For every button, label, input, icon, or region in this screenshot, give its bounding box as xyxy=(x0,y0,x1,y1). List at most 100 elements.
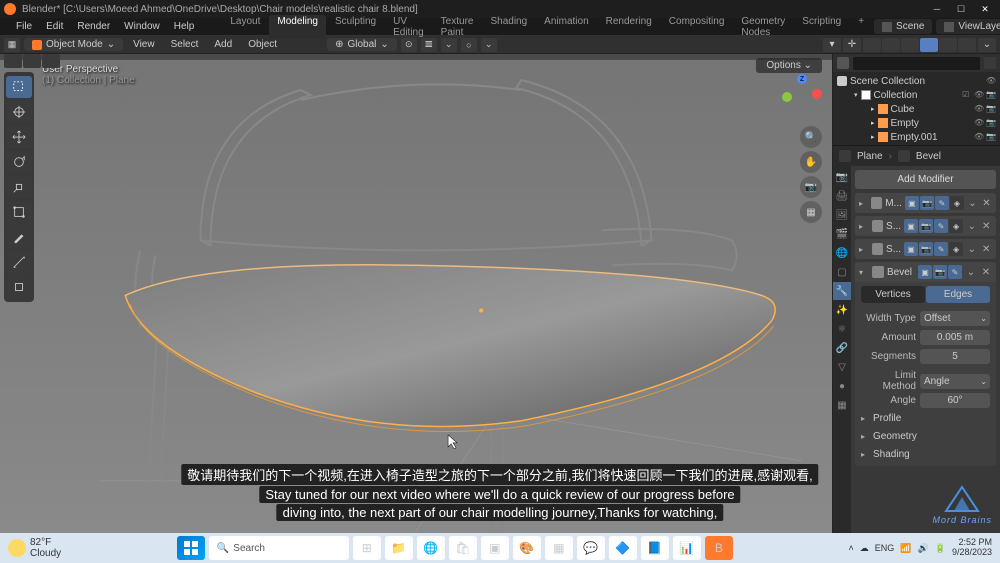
move-tool[interactable] xyxy=(6,126,32,148)
tab-sculpting[interactable]: Sculpting xyxy=(327,15,384,39)
transform-tool[interactable] xyxy=(6,201,32,223)
pivot-icon[interactable]: ⊙ xyxy=(401,38,417,52)
proportional-edit-icon[interactable]: ○ xyxy=(461,38,477,52)
editor-type-icon[interactable]: ▦ xyxy=(4,38,20,52)
mod-menu-icon[interactable]: ⌄ xyxy=(965,267,977,278)
bevel-vertices-tab[interactable]: Vertices xyxy=(861,286,925,303)
snap-icon[interactable]: 𝌆 xyxy=(421,38,437,52)
tab-layout[interactable]: Layout xyxy=(222,15,268,39)
axis-z-icon[interactable]: Z xyxy=(797,74,807,84)
taskbar-explorer[interactable]: 📁 xyxy=(385,536,413,560)
perspective-toggle-icon[interactable]: ▦ xyxy=(800,201,822,223)
mod-render-toggle[interactable]: 📷 xyxy=(919,219,933,233)
expand-icon[interactable]: ▸ xyxy=(871,119,875,127)
eye-icon[interactable]: 👁 xyxy=(974,118,984,128)
tray-volume-icon[interactable]: 🔊 xyxy=(918,543,929,554)
tray-language-icon[interactable]: ENG xyxy=(875,543,895,553)
menu-help[interactable]: Help xyxy=(168,20,201,33)
select-box-tool[interactable] xyxy=(6,76,32,98)
tree-item-cube[interactable]: ▸ Cube 👁📷 xyxy=(833,102,1000,116)
viewport-options-dropdown[interactable]: Options ⌄ xyxy=(756,58,822,73)
mod-editmode-toggle[interactable]: ✎ xyxy=(935,196,949,210)
width-type-dropdown[interactable]: Offset xyxy=(920,311,990,326)
taskbar-blender[interactable]: B xyxy=(705,536,733,560)
selectability-icon[interactable]: ▾ xyxy=(823,38,841,52)
tree-item-empty[interactable]: ▸ Empty 👁📷 xyxy=(833,116,1000,130)
modifier-header[interactable]: ▸ S... ▣ 📷 ✎ ◈ ⌄ ✕ xyxy=(855,216,996,236)
scene-tab-icon[interactable]: 🎬 xyxy=(833,225,851,243)
taskbar-search[interactable]: 🔍 Search xyxy=(209,536,349,560)
mod-cage-toggle[interactable]: ◈ xyxy=(949,219,963,233)
mod-render-toggle[interactable]: 📷 xyxy=(920,196,934,210)
mod-realtime-toggle[interactable]: ▣ xyxy=(904,219,918,233)
axis-y-icon[interactable] xyxy=(782,92,792,102)
modifier-tab-icon[interactable]: 🔧 xyxy=(833,282,851,300)
profile-section[interactable]: ▸ Profile xyxy=(861,411,990,426)
tab-animation[interactable]: Animation xyxy=(536,15,596,39)
tab-texture-paint[interactable]: Texture Paint xyxy=(433,15,482,39)
scene-collection-item[interactable]: Scene Collection 👁 xyxy=(833,74,1000,88)
mode-selector[interactable]: Object Mode ⌄ xyxy=(24,38,123,51)
taskbar-weather[interactable]: 82°F Cloudy xyxy=(8,537,61,559)
tab-uv-editing[interactable]: UV Editing xyxy=(385,15,432,39)
taskbar-app[interactable]: ▣ xyxy=(481,536,509,560)
tree-item-empty001[interactable]: ▸ Empty.001 👁📷 xyxy=(833,130,1000,144)
world-tab-icon[interactable]: 🌐 xyxy=(833,244,851,262)
scale-tool[interactable] xyxy=(6,176,32,198)
menu-render[interactable]: Render xyxy=(71,20,116,33)
menu-view[interactable]: View xyxy=(127,38,161,51)
mod-menu-icon[interactable]: ⌄ xyxy=(966,221,977,232)
add-modifier-button[interactable]: Add Modifier xyxy=(855,170,996,189)
mod-menu-icon[interactable]: ⌄ xyxy=(967,198,978,209)
expand-icon[interactable]: ▸ xyxy=(859,222,869,231)
render-tab-icon[interactable]: 📷 xyxy=(833,168,851,186)
outliner-filter-input[interactable] xyxy=(853,57,980,70)
mod-realtime-toggle[interactable]: ▣ xyxy=(904,242,918,256)
amount-input[interactable]: 0.005 m xyxy=(920,330,990,345)
mod-menu-icon[interactable]: ⌄ xyxy=(966,244,977,255)
zoom-icon[interactable]: 🔍 xyxy=(800,126,822,148)
menu-add[interactable]: Add xyxy=(208,38,238,51)
tray-wifi-icon[interactable]: 📶 xyxy=(900,543,911,554)
navigation-gizmo[interactable]: Z xyxy=(782,74,822,114)
angle-input[interactable]: 60° xyxy=(920,393,990,408)
geometry-section[interactable]: ▸ Geometry xyxy=(861,429,990,444)
taskbar-clock[interactable]: 2:52 PM 9/28/2023 xyxy=(952,538,992,558)
constraint-tab-icon[interactable]: 🔗 xyxy=(833,339,851,357)
axis-x-icon[interactable] xyxy=(812,89,822,99)
tab-compositing[interactable]: Compositing xyxy=(661,15,733,39)
expand-icon[interactable]: ▸ xyxy=(871,133,875,141)
mod-delete-icon[interactable]: ✕ xyxy=(981,244,992,255)
tray-battery-icon[interactable]: 🔋 xyxy=(935,543,946,554)
menu-select[interactable]: Select xyxy=(165,38,205,51)
breadcrumb-object[interactable]: Plane xyxy=(857,151,883,162)
mod-delete-icon[interactable]: ✕ xyxy=(981,198,992,209)
limit-method-dropdown[interactable]: Angle xyxy=(920,374,990,389)
tray-chevron-icon[interactable]: ˄ xyxy=(849,543,854,553)
mod-delete-icon[interactable]: ✕ xyxy=(981,221,992,232)
mod-render-toggle[interactable]: 📷 xyxy=(933,265,947,279)
taskbar-app[interactable]: 🎨 xyxy=(513,536,541,560)
mod-editmode-toggle[interactable]: ✎ xyxy=(948,265,962,279)
modifier-header[interactable]: ▾ Bevel ▣ 📷 ✎ ⌄ ✕ xyxy=(855,262,996,282)
eye-icon[interactable]: 👁 xyxy=(986,76,996,86)
menu-edit[interactable]: Edit xyxy=(40,20,69,33)
material-tab-icon[interactable]: ● xyxy=(833,377,851,395)
mod-render-toggle[interactable]: 📷 xyxy=(919,242,933,256)
mesh-tab-icon[interactable]: ▽ xyxy=(833,358,851,376)
mod-editmode-toggle[interactable]: ✎ xyxy=(934,219,948,233)
proportional-falloff-icon[interactable]: ⌄ xyxy=(481,38,497,52)
tab-rendering[interactable]: Rendering xyxy=(598,15,660,39)
viewlayer-tab-icon[interactable]: 🖼 xyxy=(833,206,851,224)
segments-input[interactable]: 5 xyxy=(920,349,990,364)
menu-object[interactable]: Object xyxy=(242,38,283,51)
expand-icon[interactable]: ▾ xyxy=(854,91,858,99)
shading-dropdown-icon[interactable]: ⌄ xyxy=(978,38,996,52)
taskbar-app[interactable]: 📘 xyxy=(641,536,669,560)
taskbar-app[interactable]: ▦ xyxy=(545,536,573,560)
output-tab-icon[interactable]: 🖨 xyxy=(833,187,851,205)
modifier-header[interactable]: ▸ S... ▣ 📷 ✎ ◈ ⌄ ✕ xyxy=(855,239,996,259)
tab-modeling[interactable]: Modeling xyxy=(269,15,326,39)
orientation-selector[interactable]: ⊕ Global ⌄ xyxy=(327,38,397,51)
start-button[interactable] xyxy=(177,536,205,560)
